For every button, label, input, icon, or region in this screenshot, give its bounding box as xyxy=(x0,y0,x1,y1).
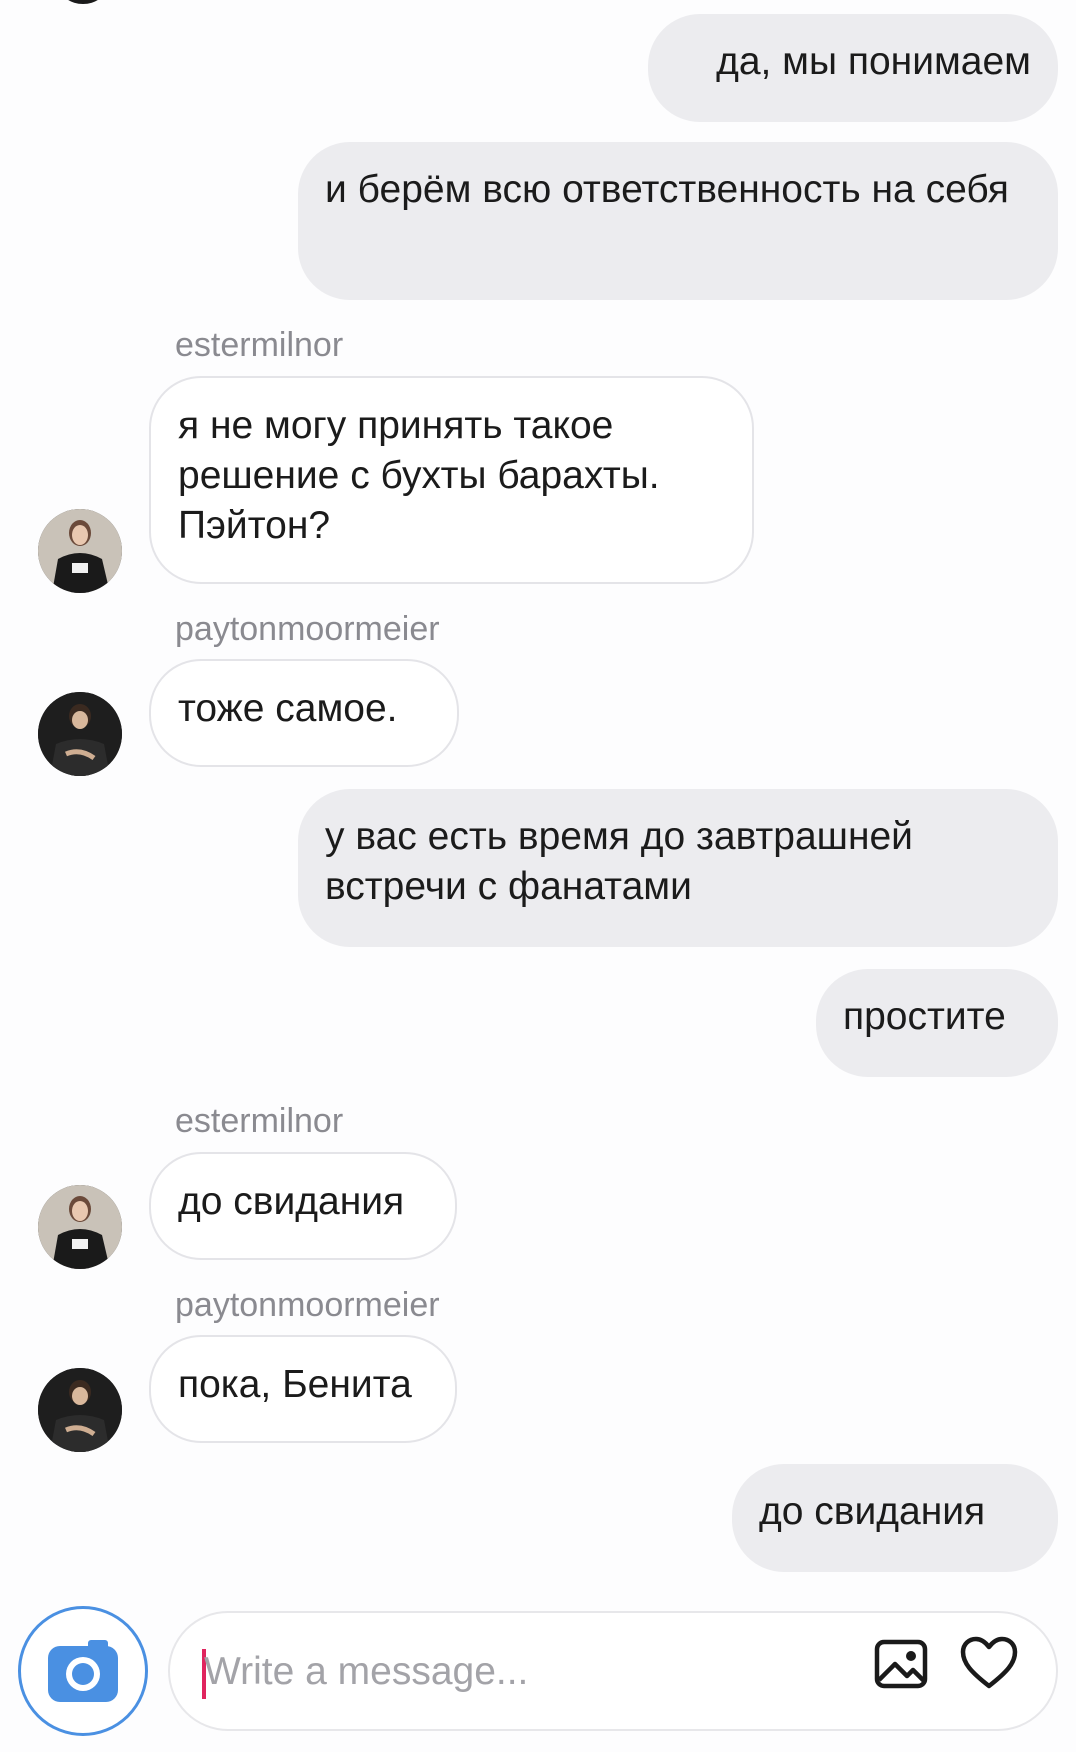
their-message[interactable]: пока, Бенита xyxy=(149,1335,457,1443)
avatar-image xyxy=(38,1185,122,1269)
sender-username: estermilnor xyxy=(175,326,344,364)
sender-username: paytonmoormeier xyxy=(175,610,440,648)
avatar-estermilnor[interactable] xyxy=(38,509,122,593)
my-message[interactable]: до свидания xyxy=(732,1464,1058,1572)
sender-username: estermilnor xyxy=(175,1102,344,1140)
their-message[interactable]: до свидания xyxy=(149,1152,457,1260)
camera-button[interactable] xyxy=(18,1606,148,1736)
avatar-image xyxy=(38,1368,122,1452)
my-message[interactable]: и берём всю ответственность на себя xyxy=(298,142,1058,300)
their-message[interactable]: тоже самое. xyxy=(149,659,459,767)
their-message[interactable]: я не могу принять такое решение с бухты … xyxy=(149,376,754,584)
previous-avatar-edge xyxy=(60,0,106,4)
avatar-estermilnor[interactable] xyxy=(38,1185,122,1269)
camera-icon xyxy=(48,1640,118,1702)
gallery-icon[interactable] xyxy=(871,1634,931,1694)
my-message[interactable]: у вас есть время до завтрашней встречи с… xyxy=(298,789,1058,947)
avatar-image xyxy=(38,692,122,776)
my-message[interactable]: простите xyxy=(816,969,1058,1077)
message-input[interactable] xyxy=(202,1613,846,1731)
sender-username: paytonmoormeier xyxy=(175,1286,440,1324)
avatar-image xyxy=(38,509,122,593)
avatar-paytonmoormeier[interactable] xyxy=(38,692,122,776)
my-message[interactable]: да, мы понимаем xyxy=(648,14,1058,122)
heart-icon[interactable] xyxy=(959,1634,1019,1694)
avatar-paytonmoormeier[interactable] xyxy=(38,1368,122,1452)
